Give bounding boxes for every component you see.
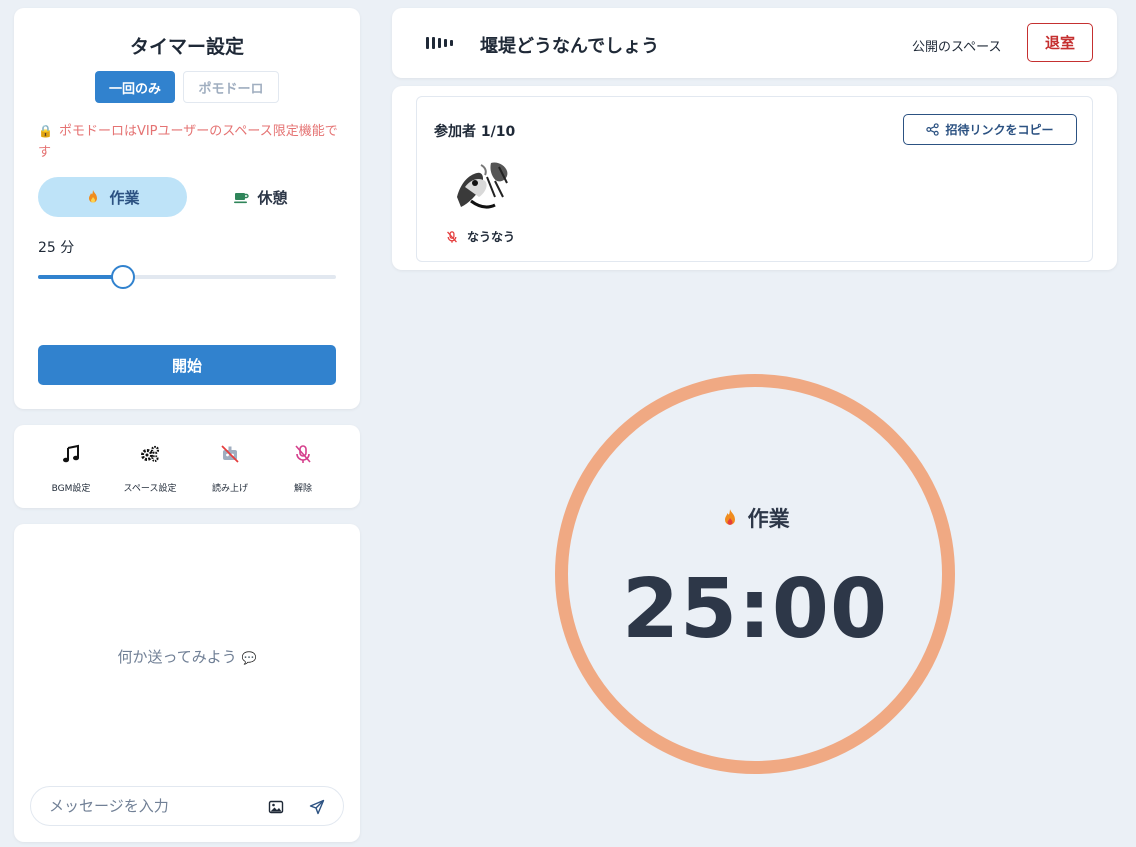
participants-count: 参加者 1/10	[434, 124, 516, 140]
space-settings-label: スペース設定	[123, 484, 177, 494]
music-note-icon	[63, 444, 79, 463]
robot-disabled-icon	[221, 445, 239, 463]
speech-bubble-icon: 💬	[241, 651, 257, 665]
message-input[interactable]	[49, 797, 249, 815]
minutes-slider-thumb[interactable]	[111, 265, 135, 289]
start-button[interactable]: 開始	[38, 345, 336, 385]
vip-note: 🔒 ポモドーロはVIPユーザーのスペース限定機能です	[38, 121, 338, 163]
timer-settings-panel: タイマー設定 一回のみ ポモドーロ 🔒 ポモドーロはVIPユーザーのスペース限定機…	[14, 8, 360, 409]
chat-panel: 何か送ってみよう 💬	[14, 524, 360, 842]
phase-work-button[interactable]: 作業	[38, 177, 187, 217]
avatar[interactable]	[451, 157, 513, 217]
mic-muted-icon	[295, 445, 311, 463]
phase-work-label: 作業	[109, 188, 140, 207]
timer-phase-label: 作業	[747, 507, 790, 531]
lock-icon: 🔒	[38, 124, 53, 138]
visibility-label: 公開のスペース	[912, 40, 1002, 55]
audio-bars-icon	[426, 37, 453, 49]
timer-settings-title: タイマー設定	[129, 36, 244, 58]
timer-countdown: 25:00	[621, 562, 888, 657]
member-name: なうなう	[467, 230, 516, 244]
chat-empty-text: 何か送ってみよう	[117, 648, 237, 666]
leave-button[interactable]: 退室	[1027, 23, 1093, 62]
mode-once-button[interactable]: 一回のみ	[95, 71, 175, 103]
coffee-icon	[234, 193, 250, 204]
share-icon	[926, 123, 940, 136]
mode-pomodoro-button[interactable]: ポモドーロ	[183, 71, 279, 103]
space-header: 堰堤どうなんでしょう 公開のスペース 退室	[392, 8, 1117, 78]
space-settings-button[interactable]: スペース設定	[110, 443, 190, 494]
unmute-label: 解除	[293, 484, 312, 494]
copy-invite-link-label: 招待リンクをコピー	[945, 123, 1054, 137]
timer-phase: 作業	[568, 503, 942, 533]
fire-icon	[725, 509, 736, 525]
copy-invite-link-button[interactable]: 招待リンクをコピー	[903, 114, 1077, 145]
mic-muted-icon	[447, 230, 457, 243]
phase-break-label: 休憩	[257, 188, 288, 207]
space-title: 堰堤どうなんでしょう	[480, 36, 660, 57]
minutes-label: 25 分	[38, 240, 75, 256]
chat-empty-state: 何か送ってみよう 💬	[14, 646, 360, 667]
gears-icon	[141, 445, 160, 462]
send-icon[interactable]	[309, 799, 325, 815]
image-icon[interactable]	[268, 799, 284, 815]
participants-panel: 参加者 1/10 招待リンクをコピー なうなう	[392, 86, 1117, 270]
bgm-settings-label: BGM設定	[51, 484, 91, 494]
timer-display: 作業 25:00	[555, 374, 955, 774]
chat-input-box	[30, 786, 344, 826]
read-aloud-label: 読み上げ	[211, 484, 248, 494]
vip-note-text: ポモドーロはVIPユーザーのスペース限定機能です	[38, 124, 338, 160]
participants-box: 参加者 1/10 招待リンクをコピー なうなう	[416, 96, 1093, 262]
bgm-settings-button[interactable]: BGM設定	[31, 443, 111, 494]
fire-icon	[89, 190, 98, 203]
phase-break-button[interactable]: 休憩	[186, 177, 335, 217]
read-aloud-button[interactable]: 読み上げ	[190, 443, 270, 494]
tools-panel: BGM設定 スペース設定 読み上げ 解除	[14, 425, 360, 508]
unmute-button[interactable]: 解除	[263, 443, 343, 494]
member-item: なうなう	[445, 228, 515, 245]
minutes-slider-track[interactable]	[38, 275, 336, 279]
